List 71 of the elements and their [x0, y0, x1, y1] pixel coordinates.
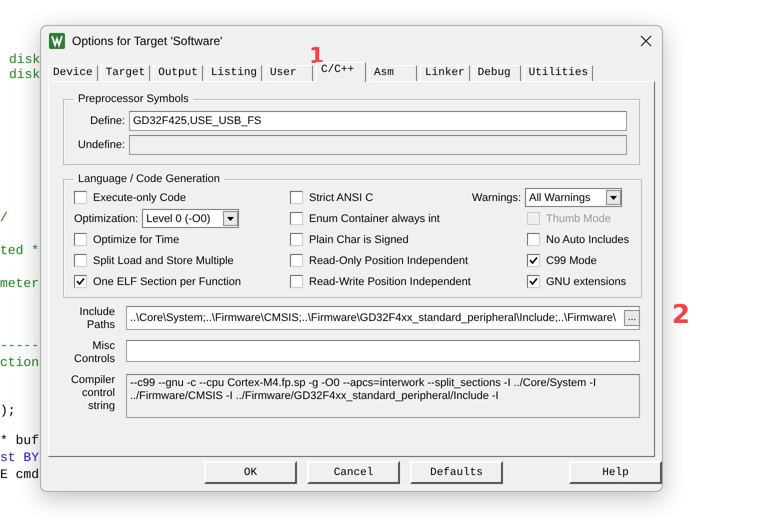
define-field[interactable]: GD32F425,USE_USB_FS	[129, 111, 627, 131]
checkbox-label: No Auto Includes	[546, 234, 630, 246]
code-line: * buf	[0, 433, 40, 448]
field-label: Include Paths	[78, 306, 115, 332]
checkbox-label: Read-Only Position Independent	[309, 254, 468, 266]
dialog-button[interactable]: Cancel	[307, 461, 400, 484]
dropdown-label: Warnings:	[472, 192, 522, 204]
checkbox[interactable]	[290, 212, 303, 225]
field-label: Undefine:	[76, 139, 125, 151]
tab[interactable]: Debug	[472, 65, 521, 81]
checkbox[interactable]	[290, 191, 303, 204]
checkbox[interactable]	[290, 254, 303, 267]
checkbox-label: Split Load and Store Multiple	[93, 254, 234, 266]
field-label: Define:	[89, 115, 125, 127]
tab[interactable]: Linker	[420, 65, 470, 81]
checkbox-label: Strict ANSI C	[309, 192, 374, 204]
misc-controls-field[interactable]	[126, 340, 640, 362]
dialog-button[interactable]: OK	[204, 461, 297, 484]
dropdown[interactable]: Level 0 (-O0)	[142, 209, 240, 228]
tab[interactable]: Utilities	[524, 65, 594, 81]
checkbox-label: One ELF Section per Function	[93, 276, 241, 288]
checkbox[interactable]	[527, 233, 540, 246]
browse-button[interactable]: ...	[624, 310, 640, 326]
dialog-button[interactable]: Defaults	[410, 461, 503, 484]
checkbox-label: Enum Container always int	[309, 212, 440, 224]
code-line: E cmd	[0, 467, 40, 482]
tab[interactable]: C/C++	[316, 62, 366, 82]
group-title: Preprocessor Symbols	[77, 93, 190, 105]
code-line: -----	[0, 338, 40, 353]
code-line: disk	[9, 67, 40, 82]
checkbox-label: Thumb Mode	[546, 212, 611, 224]
checkbox[interactable]	[290, 233, 303, 246]
app-icon	[49, 32, 65, 48]
code-line: /	[0, 210, 8, 225]
tab[interactable]: Asm	[369, 65, 418, 81]
checkbox[interactable]	[74, 233, 87, 246]
tab[interactable]: Target	[100, 65, 150, 81]
tab[interactable]: Output	[153, 65, 203, 81]
checkbox-label: GNU extensions	[546, 276, 626, 288]
checkbox[interactable]	[290, 275, 303, 288]
checkbox-label: Optimize for Time	[93, 234, 180, 246]
field-label: Misc Controls	[73, 340, 115, 366]
tab[interactable]: User	[265, 65, 314, 81]
field-label: Compiler control string	[70, 374, 115, 413]
checkbox[interactable]	[527, 254, 540, 267]
tab[interactable]: Listing	[206, 65, 262, 81]
caret-icon	[223, 211, 238, 226]
code-line: st BY	[0, 450, 40, 465]
code-line: ction	[0, 355, 40, 370]
code-line: disk	[9, 52, 40, 67]
checkbox-label: C99 Mode	[546, 254, 597, 266]
group-title: Language / Code Generation	[77, 173, 221, 185]
code-line: ted *	[0, 243, 40, 258]
checkbox[interactable]	[74, 275, 87, 288]
dropdown[interactable]: All Warnings	[525, 188, 622, 207]
compiler-string-field: --c99 --gnu -c --cpu Cortex-M4.fp.sp -g -O0 --apcs=interwork --split_sections -I ../Core/System -I ../Firmware/CMSIS -I ../Firmware/GD32F4xx_standard_peripheral/Include -I	[126, 374, 640, 418]
dialog-button[interactable]: Help	[569, 461, 662, 484]
checkbox-label: Read-Write Position Independent	[309, 276, 471, 288]
checkbox-label: Execute-only Code	[93, 192, 186, 204]
checkbox-label: Plain Char is Signed	[309, 234, 409, 246]
code-line: );	[0, 403, 16, 418]
tab[interactable]: Device	[48, 65, 98, 81]
annotation-number: 2	[672, 300, 690, 330]
dropdown-label: Optimization:	[74, 212, 138, 224]
checkbox[interactable]	[74, 191, 87, 204]
close-icon[interactable]	[640, 34, 652, 46]
checkbox[interactable]	[74, 254, 87, 267]
caret-icon	[606, 190, 622, 205]
checkbox[interactable]	[527, 275, 540, 288]
window-title: Options for Target 'Software'	[72, 34, 224, 48]
code-line: meter	[0, 276, 40, 291]
